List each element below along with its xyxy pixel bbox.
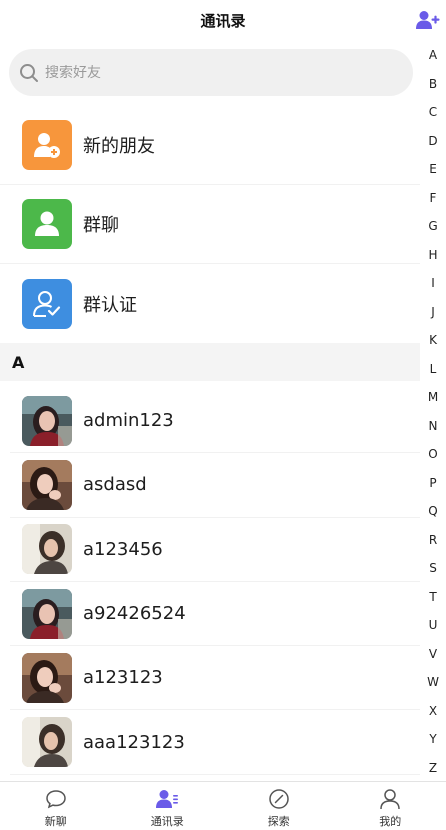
tab-contacts[interactable]: 通讯录 [112, 782, 224, 830]
index-letter[interactable]: L [420, 355, 446, 384]
index-letter[interactable]: V [420, 640, 446, 669]
index-letter[interactable]: Z [420, 754, 446, 783]
tab-explore-label: 探索 [267, 815, 290, 828]
function-list: 新的朋友 群聊 群认证 [0, 106, 420, 343]
person-add-icon [22, 120, 72, 170]
group-chat-label: 群聊 [83, 215, 119, 236]
index-letter[interactable]: S [420, 554, 446, 583]
avatar [22, 588, 72, 639]
alphabet-index[interactable]: A B C D E F G H I J K L M N O P Q R S T … [420, 41, 446, 781]
index-letter[interactable]: J [420, 298, 446, 327]
contact-name: aaa123123 [83, 731, 185, 753]
page-title: 通讯录 [200, 11, 246, 30]
index-letter[interactable]: Y [420, 725, 446, 754]
contact-row[interactable]: a123456 [10, 518, 420, 582]
avatar [22, 395, 72, 446]
avatar [22, 459, 72, 510]
group-verify-label: 群认证 [83, 294, 137, 316]
tab-me[interactable]: 我的 [335, 782, 446, 830]
index-letter[interactable]: P [420, 469, 446, 498]
contacts-icon [155, 788, 179, 810]
new-friends-label: 新的朋友 [83, 136, 155, 157]
group-chat-icon [22, 199, 72, 249]
index-letter[interactable]: M [420, 383, 446, 412]
tab-chat-label: 新聊 [44, 815, 67, 828]
index-letter[interactable]: H [420, 241, 446, 270]
index-letter[interactable]: W [420, 668, 446, 697]
avatar [22, 524, 72, 575]
search-icon [20, 63, 38, 82]
index-letter[interactable]: I [420, 269, 446, 298]
contact-name: a123123 [83, 667, 163, 689]
index-letter[interactable]: Q [420, 497, 446, 526]
index-letter[interactable]: E [420, 155, 446, 184]
header: 通讯录 [0, 0, 446, 40]
search-bar[interactable] [9, 49, 413, 96]
group-chat-item[interactable]: 群聊 [0, 185, 420, 264]
group-verify-item[interactable]: 群认证 [0, 264, 420, 343]
index-letter[interactable]: N [420, 412, 446, 441]
avatar [22, 717, 72, 768]
index-letter[interactable]: F [420, 184, 446, 213]
bottom-tab-bar: 新聊 通讯录 探索 我的 [0, 781, 446, 830]
contact-row[interactable]: a92426524 [10, 582, 420, 647]
contact-row[interactable]: aaa123123 [10, 710, 420, 775]
contact-name: a92426524 [83, 603, 186, 625]
index-letter[interactable]: O [420, 440, 446, 469]
index-letter[interactable]: K [420, 326, 446, 355]
contact-row[interactable]: admin123 [10, 389, 420, 454]
contact-name: admin123 [83, 410, 174, 432]
contact-row[interactable]: a123123 [10, 646, 420, 711]
index-letter[interactable]: G [420, 212, 446, 241]
index-letter[interactable]: T [420, 583, 446, 612]
contact-row[interactable]: asdasd [10, 453, 420, 518]
tab-me-label: 我的 [379, 815, 402, 828]
index-letter[interactable]: X [420, 697, 446, 726]
index-letter[interactable]: C [420, 98, 446, 127]
group-verify-icon [22, 278, 72, 329]
compass-icon [267, 788, 291, 810]
index-letter[interactable]: B [420, 70, 446, 99]
profile-icon [378, 788, 402, 810]
contact-name: asdasd [83, 474, 147, 496]
tab-contacts-label: 通讯录 [150, 815, 184, 828]
chat-bubble-icon [44, 788, 68, 810]
contact-list: admin123 asdasd a123456 a92426524 a12312… [0, 389, 420, 775]
avatar [22, 652, 72, 703]
search-input[interactable] [45, 64, 385, 81]
tab-explore[interactable]: 探索 [223, 782, 335, 830]
index-letter[interactable]: A [420, 41, 446, 70]
index-letter[interactable]: D [420, 127, 446, 156]
index-letter[interactable]: R [420, 526, 446, 555]
index-letter[interactable]: U [420, 611, 446, 640]
add-friend-button[interactable] [416, 9, 440, 31]
new-friends-item[interactable]: 新的朋友 [0, 106, 420, 185]
add-person-icon [416, 11, 440, 29]
contact-name: a123456 [83, 538, 163, 560]
tab-chat[interactable]: 新聊 [0, 782, 112, 830]
section-header-a: A [0, 343, 420, 381]
